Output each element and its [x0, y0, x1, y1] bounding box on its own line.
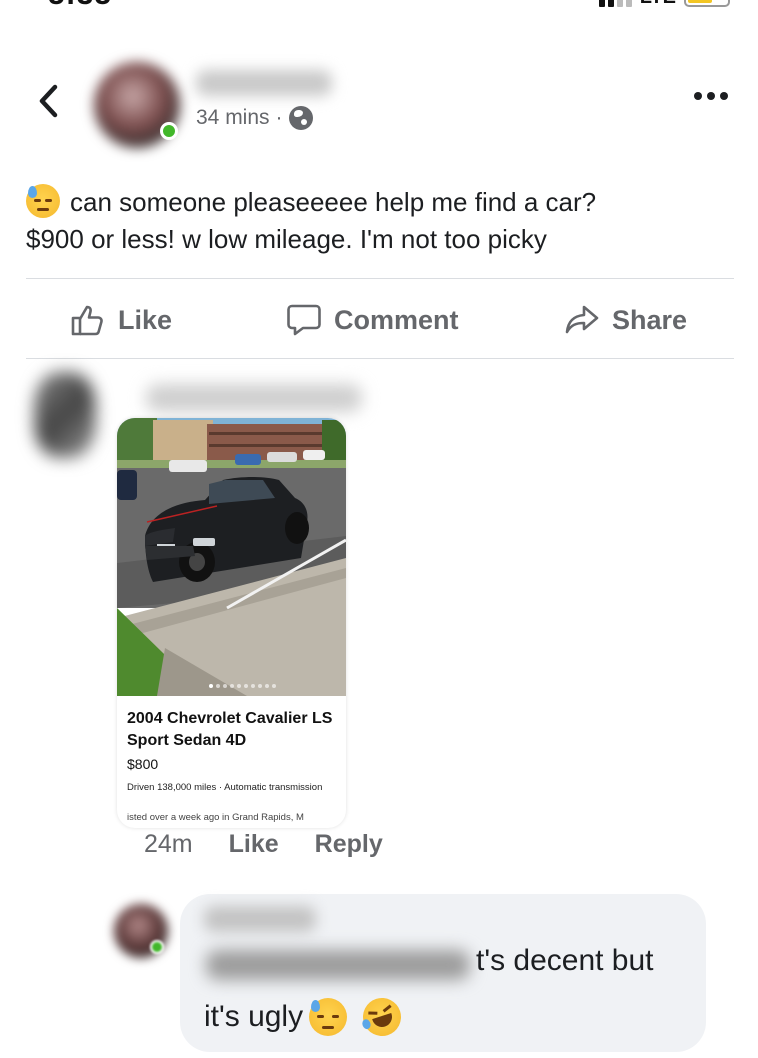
marketplace-listing-card[interactable]: 2004 Chevrolet Cavalier LS Sport Sedan 4… — [117, 418, 346, 828]
network-label: LTE — [640, 0, 676, 9]
rofl-emoji-icon — [358, 993, 407, 1041]
comment-like-button[interactable]: Like — [229, 830, 279, 859]
comment-bubble-icon — [287, 304, 321, 336]
comment-reply-button[interactable]: Reply — [315, 830, 383, 859]
commenter-name-redacted[interactable] — [146, 384, 362, 412]
car-photo — [117, 418, 346, 696]
comment-time: 24m — [144, 830, 193, 858]
post-action-bar: Like Comment Share — [0, 292, 758, 348]
reply-author-name-redacted[interactable] — [204, 906, 316, 932]
commenter-avatar[interactable] — [34, 372, 96, 458]
photo-carousel-indicator — [209, 684, 276, 688]
thumbs-up-icon — [71, 305, 103, 336]
globe-icon — [288, 106, 313, 130]
comment-meta: 24m Like Reply — [144, 830, 383, 859]
comment-button[interactable]: Comment — [286, 292, 459, 348]
reply-text-line2: it's ugly — [204, 1000, 304, 1033]
reply-text-line1: t's decent but — [476, 944, 654, 977]
share-label: Share — [612, 304, 688, 335]
meta-separator: · — [275, 106, 283, 129]
signal-icon — [598, 0, 632, 7]
battery-icon — [684, 0, 730, 7]
listing-title: 2004 Chevrolet Cavalier LS Sport Sedan 4… — [127, 710, 333, 749]
share-button[interactable]: Share — [564, 292, 687, 348]
like-button[interactable]: Like — [70, 292, 172, 348]
post-meta: 34 mins · — [196, 106, 313, 130]
reply-text-line2-row: it's ugly — [204, 993, 407, 1041]
listing-location: isted over a week ago in Grand Rapids, M — [127, 812, 304, 823]
comment-label: Comment — [334, 304, 459, 335]
mention-redacted[interactable] — [206, 950, 470, 980]
post-timestamp[interactable]: 34 mins — [196, 106, 270, 130]
sweat-emoji-icon — [309, 998, 348, 1036]
sweat-emoji-icon — [26, 184, 60, 218]
listing-price: $800 — [127, 756, 159, 772]
chevron-left-icon — [39, 84, 58, 118]
more-dots-icon — [694, 92, 702, 100]
back-button[interactable] — [34, 84, 64, 118]
post-text-line2: $900 or less! w low mileage. I'm not too… — [26, 224, 547, 254]
share-arrow-icon — [565, 305, 599, 334]
like-label: Like — [118, 304, 173, 335]
author-avatar[interactable] — [94, 62, 180, 148]
author-name-redacted[interactable] — [196, 70, 332, 96]
online-status-dot — [150, 940, 164, 954]
post-text: can someone pleaseeeee help me find a ca… — [26, 184, 726, 258]
status-indicators: LTE — [598, 0, 730, 9]
online-status-dot — [160, 122, 178, 140]
more-options-button[interactable] — [694, 92, 728, 100]
listing-details: Driven 138,000 miles · Automatic transmi… — [127, 782, 323, 793]
post-text-line1: can someone pleaseeeee help me find a ca… — [70, 187, 597, 217]
divider-bottom — [26, 358, 734, 359]
status-time: 5:35 — [48, 0, 112, 12]
divider-top — [26, 278, 734, 279]
